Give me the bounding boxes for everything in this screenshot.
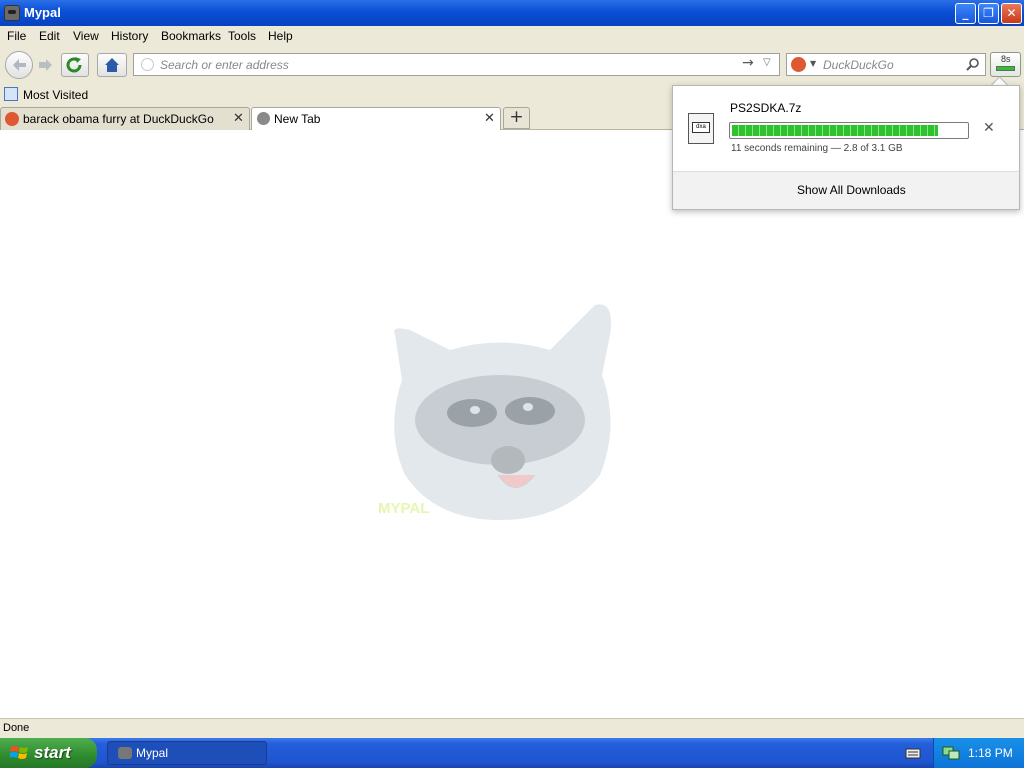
minimize-icon: _	[962, 6, 969, 20]
dropdown-arrow-icon[interactable]: ▽	[763, 57, 771, 68]
downloads-button[interactable]: 8s	[990, 52, 1021, 77]
close-button[interactable]: ✕	[1001, 3, 1022, 24]
duckduckgo-favicon-icon	[5, 112, 19, 126]
magnifier-icon[interactable]	[965, 57, 981, 73]
network-icon[interactable]	[942, 745, 960, 761]
restore-icon: ❐	[983, 6, 994, 20]
menu-view[interactable]: View	[73, 29, 99, 43]
mypal-app-icon	[4, 5, 20, 21]
most-visited-icon	[4, 87, 18, 101]
reload-button[interactable]	[61, 53, 89, 77]
back-arrow-icon	[13, 59, 26, 71]
tab-close-icon[interactable]: ✕	[233, 111, 244, 126]
download-status: 11 seconds remaining — 2.8 of 3.1 GB	[731, 143, 903, 154]
tab-label: barack obama furry at DuckDuckGo	[23, 112, 214, 126]
mypal-task-icon	[118, 747, 132, 759]
status-bar	[0, 718, 1024, 738]
window-title: Mypal	[24, 5, 61, 20]
tab-label: New Tab	[274, 112, 321, 126]
forward-arrow-icon	[39, 59, 52, 71]
archive-file-icon: dxa	[688, 113, 714, 144]
menu-help[interactable]: Help	[268, 29, 293, 43]
home-icon	[105, 58, 119, 72]
file-icon-label: dxa	[692, 122, 710, 133]
raccoon-logo-icon	[394, 304, 611, 520]
mypal-logo-text: MYPAL	[378, 500, 430, 517]
most-visited-bookmark[interactable]: Most Visited	[23, 88, 88, 102]
maximize-button[interactable]: ❐	[978, 3, 999, 24]
menu-file[interactable]: File	[7, 29, 26, 43]
menu-bookmarks[interactable]: Bookmarks	[161, 29, 221, 43]
download-progress-bar	[729, 122, 969, 139]
tab-duckduckgo-search[interactable]: barack obama furry at DuckDuckGo ✕	[0, 107, 250, 130]
menu-history[interactable]: History	[111, 29, 148, 43]
taskbar-clock[interactable]: 1:18 PM	[968, 746, 1013, 760]
duckduckgo-icon[interactable]	[791, 57, 806, 72]
taskbar-item-mypal[interactable]	[107, 741, 267, 765]
close-icon: ✕	[1006, 6, 1017, 20]
taskbar-item-label: Mypal	[136, 746, 169, 760]
back-button[interactable]	[5, 51, 33, 79]
menu-edit[interactable]: Edit	[39, 29, 60, 43]
download-time-label: 8s	[1001, 54, 1011, 64]
address-bar[interactable]: Search or enter address → ▽	[133, 53, 780, 76]
search-bar[interactable]: ▼ DuckDuckGo	[786, 53, 986, 76]
title-bar[interactable]	[0, 0, 1024, 26]
search-input[interactable]: DuckDuckGo	[823, 58, 894, 72]
globe-favicon-icon	[257, 112, 270, 125]
forward-button[interactable]	[36, 57, 56, 73]
address-input[interactable]: Search or enter address	[160, 58, 289, 72]
home-button[interactable]	[97, 53, 127, 77]
windows-logo-icon	[10, 746, 28, 759]
menu-bar	[0, 26, 1024, 48]
globe-icon	[141, 58, 154, 71]
start-label: start	[34, 743, 71, 762]
reload-icon	[66, 57, 82, 73]
show-all-downloads-button[interactable]: Show All Downloads	[797, 183, 906, 197]
new-tab-button[interactable]: +	[503, 107, 530, 129]
tab-new-tab[interactable]: New Tab ✕	[251, 107, 501, 130]
plus-icon: +	[509, 107, 524, 127]
menu-tools[interactable]: Tools	[228, 29, 256, 43]
go-arrow-icon[interactable]: →	[742, 55, 754, 71]
minimize-button[interactable]: _	[955, 3, 976, 24]
download-filename[interactable]: PS2SDKA.7z	[730, 101, 801, 115]
download-progress-fill	[732, 125, 938, 136]
status-text: Done	[3, 722, 30, 734]
tab-close-icon[interactable]: ✕	[484, 111, 495, 126]
keyboard-icon[interactable]	[905, 746, 921, 760]
chevron-down-icon[interactable]: ▼	[810, 59, 816, 68]
download-progress-icon	[996, 66, 1015, 71]
cancel-download-icon[interactable]: ✕	[983, 120, 995, 136]
